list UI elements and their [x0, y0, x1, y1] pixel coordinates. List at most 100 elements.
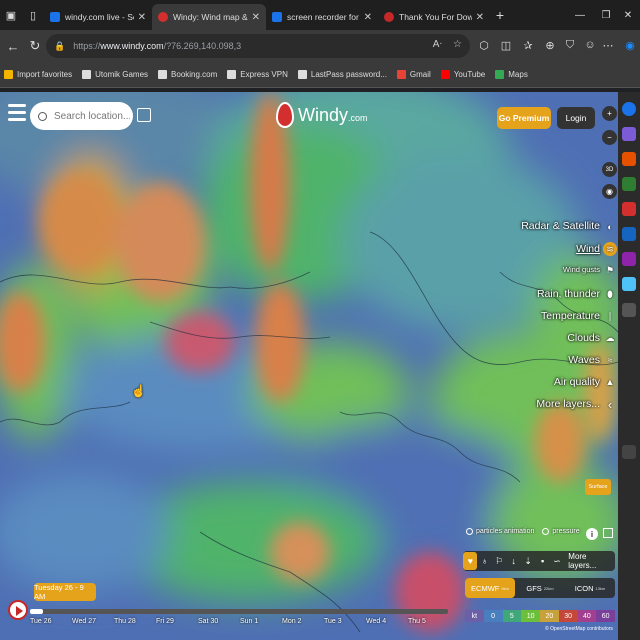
add-sidebar-icon[interactable] — [622, 303, 636, 317]
microsoft365-icon[interactable] — [622, 202, 636, 216]
browser-tab[interactable]: windy.com live - Search ✕ — [44, 4, 152, 30]
arrow-down-icon[interactable]: ↓ — [506, 552, 520, 570]
model-gfs[interactable]: GFS 22km — [515, 578, 565, 598]
more-layers-link[interactable]: More layers... — [568, 552, 615, 570]
timeline-day-label[interactable]: Tue 3 — [324, 618, 366, 625]
go-premium-button[interactable]: Go Premium — [497, 107, 551, 129]
browser-tab[interactable]: Thank You For Downloading Scr ✕ — [378, 4, 490, 30]
read-aloud-icon[interactable]: Aᐧ — [433, 39, 442, 50]
timeline-day-label[interactable]: Tue 26 — [30, 618, 72, 625]
games-icon[interactable] — [622, 177, 636, 191]
osm-credit[interactable]: © OpenStreetMap contributors — [545, 626, 613, 632]
designer-icon[interactable] — [622, 252, 636, 266]
bookmark-maps[interactable]: Maps — [495, 70, 528, 79]
satellite-icon[interactable]: ◐ — [603, 220, 617, 234]
close-window-icon[interactable]: ✕ — [616, 0, 640, 30]
tools-icon[interactable] — [622, 152, 636, 166]
copilot-icon[interactable]: ◉ — [620, 35, 640, 55]
layer-square-icon[interactable]: ▪ — [535, 552, 549, 570]
split-screen-icon[interactable]: ◫ — [496, 35, 516, 55]
bookmark-lastpass[interactable]: LastPass password... — [297, 70, 387, 79]
bookmark-gmail[interactable]: Gmail — [396, 70, 431, 79]
layer-more-layers[interactable]: More layers... — [536, 398, 600, 410]
model-ecmwf[interactable]: ECMWF 9km — [465, 578, 515, 598]
arrow-icon[interactable]: ⇣ — [521, 552, 535, 570]
shield-icon[interactable]: ⛉ — [560, 35, 580, 55]
cloud-icon[interactable]: ☁ — [603, 331, 617, 345]
factory-icon[interactable]: ▲ — [603, 375, 617, 389]
3d-button[interactable]: 3D — [602, 162, 617, 177]
minimize-icon[interactable]: — — [568, 0, 592, 30]
weather-map[interactable]: Windy.com Go Premium Login + − 3D ◉ Rada… — [0, 92, 618, 640]
bookmark-express-vpn[interactable]: Express VPN — [227, 70, 288, 79]
heart-icon[interactable]: ♥ — [463, 552, 478, 570]
favorites-icon[interactable]: ✰ — [518, 35, 538, 55]
timeline-day-label[interactable]: Mon 2 — [282, 618, 324, 625]
timeline-day-label[interactable]: Sat 30 — [198, 618, 240, 625]
fullscreen-icon[interactable] — [603, 528, 613, 538]
back-icon[interactable]: ← — [2, 30, 24, 62]
pressure-toggle[interactable] — [542, 528, 550, 535]
layer-temperature[interactable]: Temperature — [541, 310, 600, 322]
timeline-slider[interactable] — [30, 609, 448, 614]
menu-hamburger-icon[interactable] — [8, 104, 26, 124]
curve-icon[interactable]: ∽ — [550, 552, 564, 570]
flag-icon[interactable]: ⚐ — [492, 552, 506, 570]
model-icon[interactable]: ICON 13km — [565, 578, 615, 598]
layer-clouds[interactable]: Clouds — [567, 332, 600, 344]
profile-icon[interactable]: ▣ — [0, 0, 22, 30]
timeline-day-label[interactable]: Wed 4 — [366, 618, 408, 625]
maximize-icon[interactable]: ❐ — [594, 0, 618, 30]
extensions-icon[interactable]: ⬡ — [474, 35, 494, 55]
layer-air-quality[interactable]: Air quality — [554, 376, 600, 388]
close-tab-icon[interactable]: ✕ — [252, 12, 260, 23]
timeline-day-label[interactable]: Fri 29 — [156, 618, 198, 625]
play-button[interactable] — [8, 600, 28, 620]
bookmark-youtube[interactable]: YouTube — [440, 70, 485, 79]
bookmark-import-favorites[interactable]: Import favorites — [4, 70, 72, 79]
browser-tab[interactable]: screen recorder for windows 11 ✕ — [266, 4, 378, 30]
close-tab-icon[interactable]: ✕ — [138, 12, 146, 23]
timeline-day-label[interactable]: Thu 5 — [408, 618, 450, 625]
layer-wind-gusts[interactable]: Wind gusts — [563, 265, 600, 274]
rain-drop-icon[interactable]: ♁ — [477, 552, 491, 570]
close-tab-icon[interactable]: ✕ — [476, 12, 484, 23]
layer-wind[interactable]: Wind — [576, 243, 600, 255]
thermometer-icon[interactable]: ❘ — [603, 309, 617, 323]
address-bar[interactable]: 🔒 https://www.windy.com/?76.269,140.098,… — [46, 34, 470, 58]
chevron-left-icon[interactable]: ‹ — [603, 397, 617, 412]
search-sidebar-icon[interactable] — [622, 102, 636, 116]
windy-logo[interactable]: Windy.com — [276, 102, 368, 128]
zoom-out-button[interactable]: − — [602, 130, 617, 145]
send-icon[interactable] — [622, 277, 636, 291]
timeline-day-label[interactable]: Thu 28 — [114, 618, 156, 625]
layer-waves[interactable]: Waves — [568, 354, 600, 366]
close-tab-icon[interactable]: ✕ — [364, 12, 372, 23]
rain-icon[interactable]: ⬮ — [603, 287, 617, 301]
refresh-icon[interactable]: ↻ — [24, 30, 46, 62]
particles-toggle[interactable] — [466, 528, 473, 535]
layer-rain-thunder[interactable]: Rain, thunder — [537, 288, 600, 300]
bookmark-booking[interactable]: Booking.com — [158, 70, 217, 79]
new-tab-button[interactable]: + — [490, 7, 510, 23]
timeline-day-label[interactable]: Wed 27 — [72, 618, 114, 625]
collections-icon[interactable]: ⊕ — [540, 35, 560, 55]
info-icon[interactable]: i — [586, 528, 598, 540]
tab-actions-icon[interactable]: ▯ — [22, 0, 44, 30]
wind-icon[interactable]: ≋ — [603, 242, 617, 256]
search-input[interactable] — [52, 109, 132, 123]
bookmark-utomik[interactable]: Utomik Games — [82, 70, 148, 79]
favorite-star-icon[interactable]: ☆ — [453, 39, 462, 50]
surface-level-button[interactable]: Surface — [585, 479, 611, 495]
waves-icon[interactable]: ≈ — [603, 353, 617, 367]
outlook-icon[interactable] — [622, 227, 636, 241]
timeline-day-label[interactable]: Sun 1 — [240, 618, 282, 625]
login-button[interactable]: Login — [557, 107, 595, 129]
browser-tab-active[interactable]: Windy: Wind map & weather fore ✕ — [152, 4, 266, 30]
menu-dots-icon[interactable]: ⋯ — [598, 35, 618, 55]
shopping-icon[interactable] — [622, 127, 636, 141]
search-location-box[interactable] — [30, 102, 133, 130]
avatar[interactable]: ☺ — [580, 35, 600, 55]
share-icon[interactable] — [137, 108, 151, 122]
location-icon[interactable]: ◉ — [602, 184, 617, 199]
